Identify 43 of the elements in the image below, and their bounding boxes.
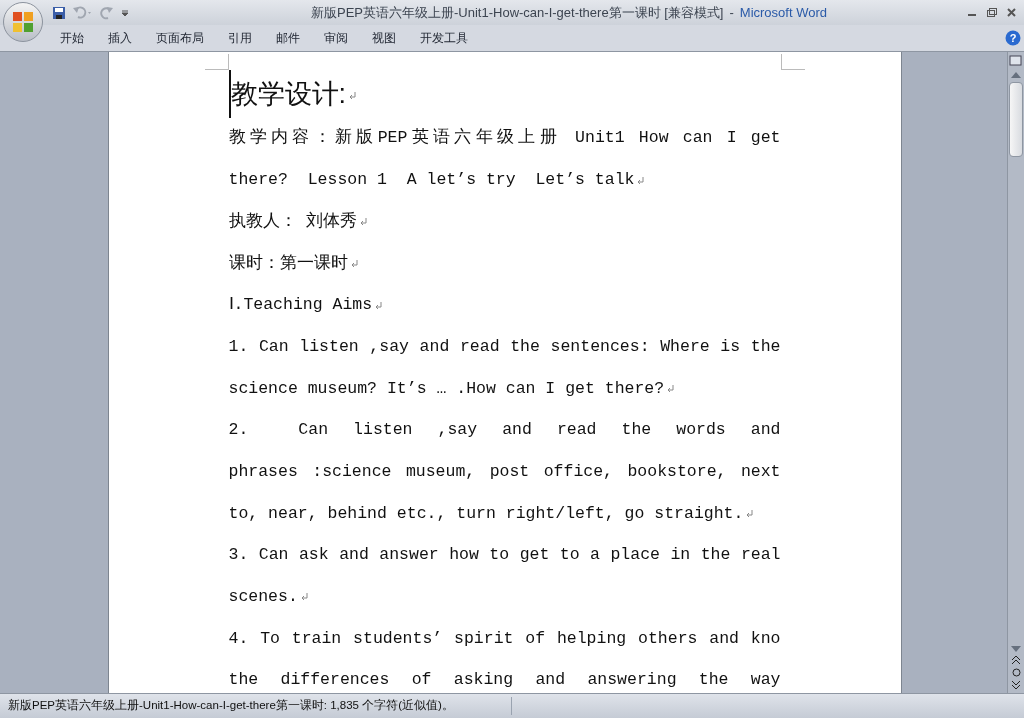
close-icon[interactable] (1007, 8, 1016, 17)
ribbon-tab[interactable]: 审阅 (312, 27, 360, 49)
restore-icon[interactable] (987, 8, 997, 17)
document-text-line: 2. Can listen ,say and read the words and (228, 419, 781, 442)
document-text-line: 1. Can listen ,say and read the sentences: Where is the (228, 335, 781, 358)
crop-mark (204, 54, 229, 70)
ribbon-tab[interactable]: 页面布局 (144, 27, 216, 49)
next-page-icon[interactable] (1012, 681, 1020, 689)
browse-object-icon[interactable] (1011, 668, 1021, 677)
vertical-scrollbar[interactable] (1007, 52, 1024, 693)
office-button[interactable] (3, 2, 43, 42)
customize-toolbar-icon[interactable] (120, 7, 130, 18)
ribbon-tab[interactable]: 开始 (48, 27, 96, 49)
heading: 教学设计: (228, 70, 781, 118)
document-text-line: science museum? It’s … .How can I get there? (228, 377, 665, 400)
save-icon[interactable] (52, 5, 66, 20)
ribbon-tab[interactable]: 邮件 (264, 27, 312, 49)
ruler-toggle-icon[interactable] (1009, 54, 1023, 68)
crop-mark (780, 54, 805, 70)
document-text-line: to, near, behind etc., turn right/left, go straight. (228, 502, 744, 525)
document-text-line: 4. To train students’ spirit of helping others and kno (228, 627, 781, 650)
document-text-line: 课时：第一课时 (228, 252, 348, 275)
document-text-line: 执教人： 刘体秀 (228, 210, 358, 233)
ribbon-tab[interactable]: 开发工具 (408, 27, 480, 49)
ribbon-tab[interactable]: 视图 (360, 27, 408, 49)
document-text-line: scenes. (228, 586, 298, 609)
document-text-line: Ⅰ.Teaching Aims (228, 294, 373, 317)
document-text-line: there? Lesson 1 A let’s try Let’s talk (228, 169, 635, 192)
title-separator: - (729, 3, 734, 22)
ribbon-tab[interactable]: 引用 (216, 27, 264, 49)
app-name: Microsoft Word (739, 3, 827, 22)
office-logo-icon (12, 11, 34, 33)
scroll-up-arrow-icon[interactable] (1011, 72, 1021, 78)
ribbon-tab[interactable]: 插入 (96, 27, 144, 49)
document-text-line: 教学内容：新版PEP英语六年级上册 Unit1 How can I get (228, 126, 781, 150)
window-title: 新版PEP英语六年级上册-Unit1-How-can-I-get-there第一课时 [兼容模式] (311, 3, 724, 22)
help-icon[interactable]: ? (1005, 30, 1021, 46)
document-text-line: 3. Can ask and answer how to get to a place in the real (228, 544, 781, 567)
status-text: 新版PEP英语六年级上册-Unit1-How-can-I-get-there第一课时: 1,835 个字符(近似值)。 (0, 697, 512, 715)
document-text-line: phrases :science museum, post office, bookstore, next (228, 460, 781, 483)
scrollbar-thumb[interactable] (1009, 82, 1023, 157)
previous-page-icon[interactable] (1012, 656, 1020, 664)
document-text-line: the differences of asking and answering the way (228, 669, 781, 692)
